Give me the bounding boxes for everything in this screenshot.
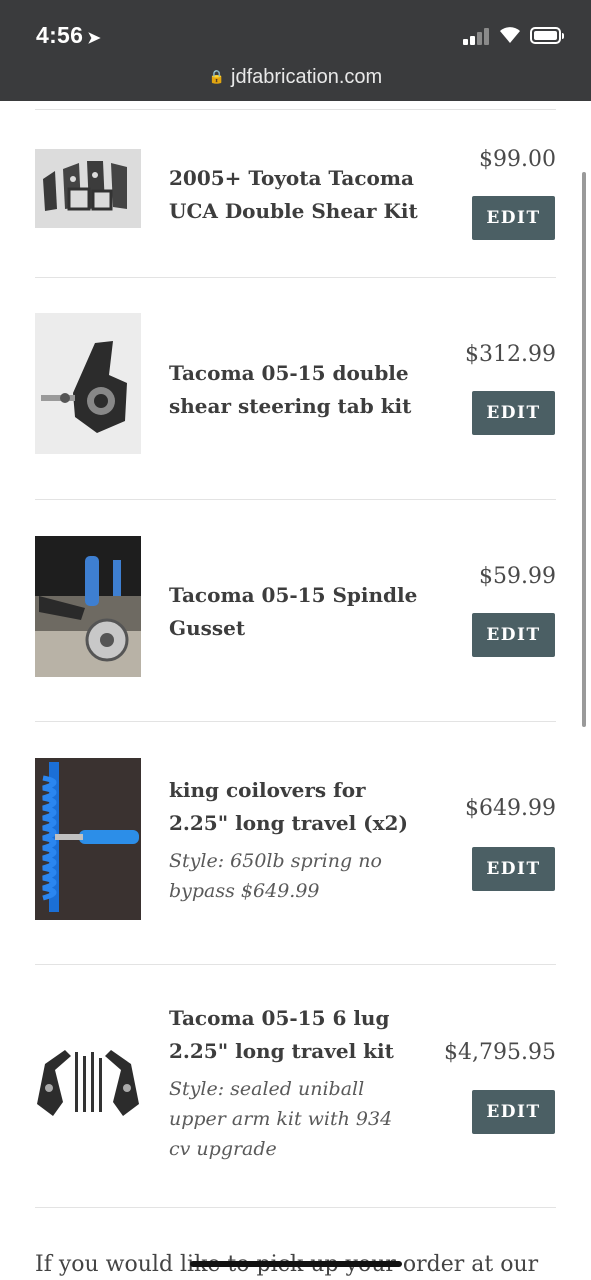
- coilover-photo-icon: [35, 758, 141, 920]
- divider: [35, 109, 556, 110]
- lock-icon: 🔒: [208, 69, 225, 84]
- product-title[interactable]: Tacoma 05-15 6 lug 2.25" long travel kit: [169, 1002, 429, 1068]
- product-image[interactable]: [35, 536, 141, 677]
- wifi-icon: [500, 27, 520, 43]
- divider: [35, 721, 556, 722]
- steering-knuckle-photo-icon: [35, 313, 141, 454]
- product-price: $312.99: [465, 342, 556, 367]
- product-price: $4,795.95: [444, 1040, 556, 1065]
- url-text: jdfabrication.com: [231, 66, 383, 88]
- product-title[interactable]: 2005+ Toyota Tacoma UCA Double Shear Kit: [169, 162, 429, 228]
- scrollbar[interactable]: [582, 172, 586, 727]
- battery-icon: [530, 27, 564, 44]
- spindle-photo-icon: [35, 536, 141, 677]
- location-arrow-icon: ➤: [87, 30, 101, 47]
- product-title[interactable]: king coilovers for 2.25" long travel (x2…: [169, 774, 429, 840]
- product-price: $59.99: [479, 564, 556, 589]
- home-indicator[interactable]: [190, 1261, 402, 1267]
- long-travel-kit-photo-icon: [35, 1044, 141, 1119]
- product-image[interactable]: [35, 758, 141, 920]
- address-bar[interactable]: 🔒 jdfabrication.com: [0, 66, 591, 89]
- divider: [35, 277, 556, 278]
- product-style: Style: sealed uniball upper arm kit with…: [169, 1078, 393, 1160]
- cellular-signal-icon: [463, 28, 491, 45]
- status-bar: 4:56 ➤ 🔒 jdfabrication.com: [0, 0, 591, 101]
- edit-button[interactable]: EDIT: [472, 613, 555, 657]
- edit-button[interactable]: EDIT: [472, 847, 555, 891]
- edit-button[interactable]: EDIT: [472, 196, 555, 240]
- clock: 4:56 ➤: [36, 22, 101, 48]
- divider: [35, 1207, 556, 1208]
- edit-button[interactable]: EDIT: [472, 1090, 555, 1134]
- divider: [35, 964, 556, 965]
- divider: [35, 499, 556, 500]
- product-image[interactable]: [35, 313, 141, 454]
- product-title[interactable]: Tacoma 05-15 double shear steering tab k…: [169, 357, 429, 423]
- bracket-kit-photo-icon: [35, 149, 141, 228]
- product-price: $99.00: [479, 147, 556, 172]
- product-style: Style: 650lb spring no bypass $649.99: [169, 850, 382, 902]
- product-price: $649.99: [465, 796, 556, 821]
- product-image[interactable]: [35, 1044, 141, 1119]
- product-title[interactable]: Tacoma 05-15 Spindle Gusset: [169, 579, 429, 645]
- edit-button[interactable]: EDIT: [472, 391, 555, 435]
- product-image[interactable]: [35, 149, 141, 228]
